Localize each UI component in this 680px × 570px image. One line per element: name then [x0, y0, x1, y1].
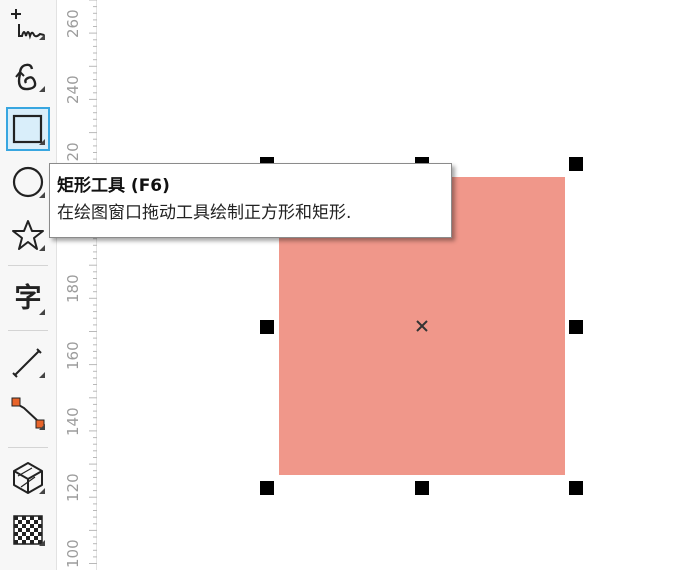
- tooltip-description: 在绘图窗口拖动工具绘制正方形和矩形.: [57, 203, 352, 223]
- handle-bottom-right[interactable]: [569, 481, 583, 495]
- ruler-label: 180: [64, 274, 82, 304]
- artistic-media-tool[interactable]: [6, 54, 50, 98]
- connector-tool[interactable]: [6, 392, 50, 436]
- transparency-tool[interactable]: [6, 508, 50, 552]
- flyout-indicator: [39, 309, 45, 315]
- freehand-tool[interactable]: [6, 2, 50, 46]
- flyout-indicator: [39, 372, 45, 378]
- ruler-label: 240: [64, 75, 82, 105]
- toolbox-separator: [8, 265, 48, 266]
- flyout-indicator: [39, 540, 45, 546]
- rectangle-tool[interactable]: [6, 107, 50, 151]
- ruler-label: 140: [64, 407, 82, 436]
- flyout-indicator: [39, 86, 45, 92]
- ruler-label: 160: [64, 340, 82, 370]
- text-tool[interactable]: 字: [6, 277, 50, 321]
- ruler-label: 100: [64, 539, 82, 569]
- center-x-icon[interactable]: [414, 318, 430, 334]
- toolbox-separator: [8, 447, 48, 448]
- extrude-tool[interactable]: [6, 456, 50, 500]
- flyout-indicator: [39, 488, 45, 494]
- flyout-indicator: [39, 139, 45, 145]
- ellipse-tool[interactable]: [6, 160, 50, 204]
- handle-bottom-middle[interactable]: [415, 481, 429, 495]
- toolbox: 字: [0, 0, 57, 570]
- flyout-indicator: [39, 34, 45, 40]
- handle-middle-left[interactable]: [260, 320, 274, 334]
- handle-top-right[interactable]: [569, 157, 583, 171]
- tool-tooltip: 矩形工具 (F6) 在绘图窗口拖动工具绘制正方形和矩形.: [49, 163, 452, 238]
- flyout-indicator: [39, 192, 45, 198]
- ruler-label: 120: [64, 473, 82, 503]
- flyout-indicator: [39, 245, 45, 251]
- dimension-tool[interactable]: [6, 340, 50, 384]
- tooltip-title: 矩形工具 (F6): [57, 176, 170, 196]
- ruler-label: 260: [64, 9, 82, 38]
- handle-bottom-left[interactable]: [260, 481, 274, 495]
- handle-middle-right[interactable]: [569, 320, 583, 334]
- toolbox-separator: [8, 330, 48, 331]
- flyout-indicator: [39, 424, 45, 430]
- polygon-tool[interactable]: [6, 213, 50, 257]
